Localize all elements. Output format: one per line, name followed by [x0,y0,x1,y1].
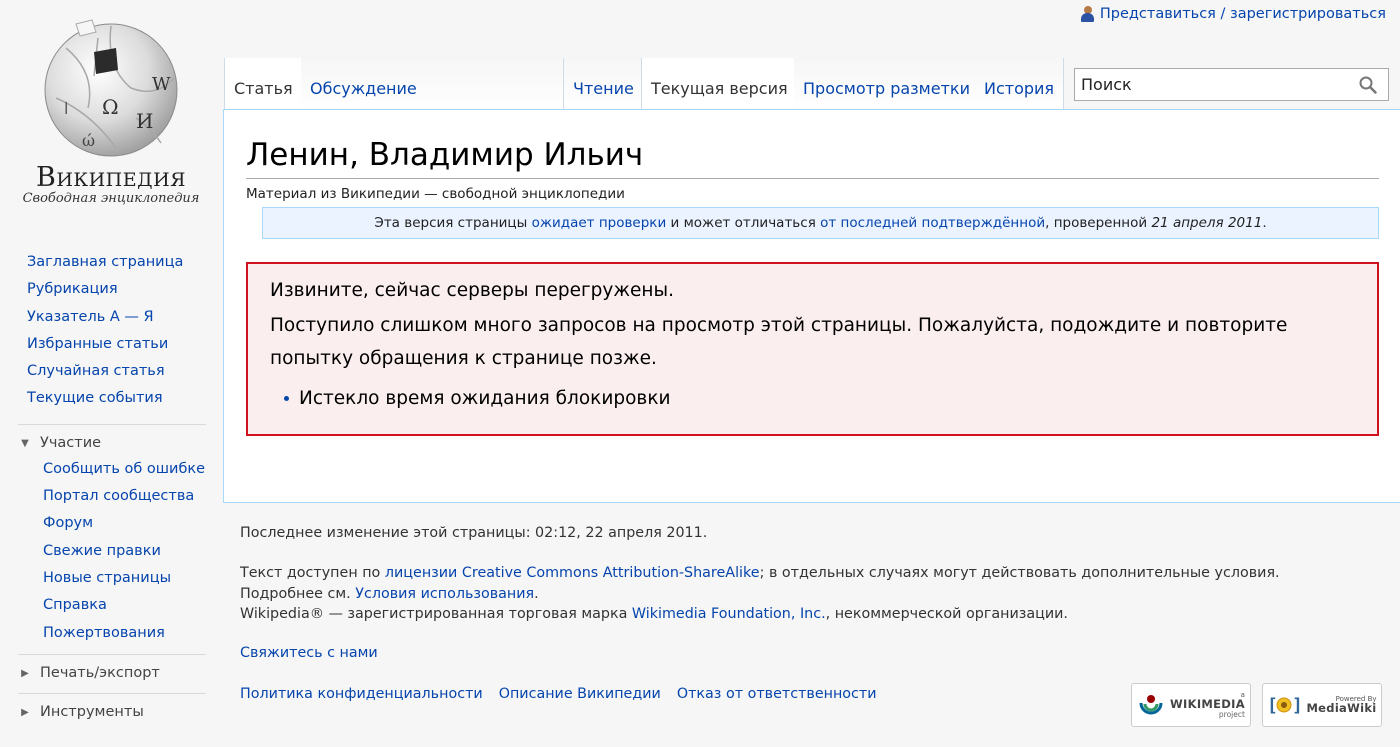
sidebar-item-forum[interactable]: Форум [0,511,222,538]
sidebar-item-categories[interactable]: Рубрикация [0,277,222,304]
logo-wordmark: Википедия [36,162,186,193]
sidebar-item-index[interactable]: Указатель А — Я [0,305,222,332]
error-details: Истекло время ожидания блокировки [270,382,1355,415]
sidebar-item-recent-changes[interactable]: Свежие правки [0,539,222,566]
trademark-notice: Wikipedia® — зарегистрированная торговая… [240,606,1068,622]
last-stable-link[interactable]: от последней подтверждённой [820,215,1045,231]
portal-tools: ▶ Инструменты [0,692,222,723]
bullet-icon [284,396,289,401]
portal-tools-toggle[interactable]: ▶ Инструменты [18,692,206,723]
footer-places: Политика конфиденциальности Описание Вик… [240,686,877,702]
svg-text:ώ: ώ [82,131,95,150]
tab-read[interactable]: Чтение [563,58,644,110]
sidebar-item-new-pages[interactable]: Новые страницы [0,566,222,593]
portal-participation-label: Участие [40,435,102,452]
triangle-right-icon: ▶ [21,706,29,718]
wikimedia-logo-icon [1139,695,1163,715]
mediawiki-logo-icon: [ ] [1267,695,1301,716]
svg-text:Ω: Ω [102,95,119,119]
content-area: Ленин, Владимир Ильич Материал из Википе… [223,109,1400,503]
terms-link[interactable]: Условия использования [355,586,534,602]
svg-text:]: ] [1292,695,1301,716]
disclaimer-link[interactable]: Отказ от ответственности [677,686,877,702]
contact-link[interactable]: Свяжитесь с нами [240,645,378,661]
svg-text:[: [ [1267,695,1278,716]
license-notice: Текст доступен по лицензии Creative Comm… [240,565,1280,602]
portal-tools-label: Инструменты [40,704,144,721]
pending-review-link[interactable]: ожидает проверки [532,215,667,231]
portal-participation: ▼ Участие Сообщить об ошибке Портал сооб… [0,423,222,648]
license-link[interactable]: лицензии Creative Commons Attribution-Sh… [385,565,760,581]
mediawiki-badge[interactable]: [ ] Powered By MediaWiki [1262,683,1382,727]
error-box: Извините, сейчас серверы перегружены. По… [246,262,1379,436]
portal-participation-toggle[interactable]: ▼ Участие [18,423,206,454]
page-title: Ленин, Владимир Ильич [246,136,1379,179]
login-link[interactable]: Представиться / зарегистрироваться [1100,6,1386,22]
flagged-revision-notice: Эта версия страницы ожидает проверки и м… [262,207,1379,239]
personal-tools: Представиться / зарегистрироваться [1080,5,1386,22]
sidebar-item-donate[interactable]: Пожертвования [0,621,222,648]
sidebar: Заглавная страница Рубрикация Указатель … [0,250,222,723]
sidebar-item-main-page[interactable]: Заглавная страница [0,250,222,277]
svg-text:W: W [152,74,171,95]
sidebar-item-current-events[interactable]: Текущие события [0,386,222,413]
last-modified: Последнее изменение этой страницы: 02:12… [240,525,708,541]
search-input[interactable] [1081,75,1351,94]
tab-current-version[interactable]: Текущая версия [641,58,798,110]
portal-print-export: ▶ Печать/экспорт [0,653,222,684]
portal-print-export-label: Печать/экспорт [40,665,160,682]
triangle-right-icon: ▶ [21,667,29,679]
sidebar-item-featured[interactable]: Избранные статьи [0,332,222,359]
user-icon [1080,5,1095,22]
error-detail-item: Истекло время ожидания блокировки [284,382,1355,415]
search-icon[interactable] [1358,75,1378,95]
wikipedia-logo[interactable]: Ω W И ώ ا Википедия Свободная энциклопед… [0,18,222,218]
sidebar-item-community-portal[interactable]: Портал сообщества [0,484,222,511]
search-box [1074,68,1389,101]
about-link[interactable]: Описание Википедии [499,686,661,702]
tab-article[interactable]: Статья [224,58,303,110]
tab-view-source[interactable]: Просмотр разметки [794,58,980,110]
error-message: Поступило слишком много запросов на прос… [270,315,1288,369]
svg-text:ا: ا [64,99,68,118]
tabs-spacer [424,58,564,110]
triangle-down-icon: ▼ [21,437,29,449]
sidebar-item-random[interactable]: Случайная статья [0,359,222,386]
sidebar-item-report-error[interactable]: Сообщить об ошибке [0,457,222,484]
site-subtitle: Материал из Википедии — свободной энцикл… [246,186,625,202]
wikimedia-project-badge[interactable]: a WIKIMEDIA project [1131,683,1251,727]
portal-print-export-toggle[interactable]: ▶ Печать/экспорт [18,653,206,684]
privacy-policy-link[interactable]: Политика конфиденциальности [240,686,483,702]
tab-talk[interactable]: Обсуждение [301,58,427,110]
puzzle-globe-icon: Ω W И ώ ا [44,19,178,157]
error-title: Извините, сейчас серверы перегружены. [270,280,674,301]
review-date: 21 апреля 2011 [1151,215,1263,231]
wikimedia-foundation-link[interactable]: Wikimedia Foundation, Inc. [632,606,826,622]
logo-tagline: Свободная энциклопедия [22,191,200,206]
svg-text:И: И [136,109,153,133]
sidebar-navigation: Заглавная страница Рубрикация Указатель … [0,250,222,414]
sidebar-item-help[interactable]: Справка [0,593,222,620]
tab-history[interactable]: История [975,58,1065,110]
